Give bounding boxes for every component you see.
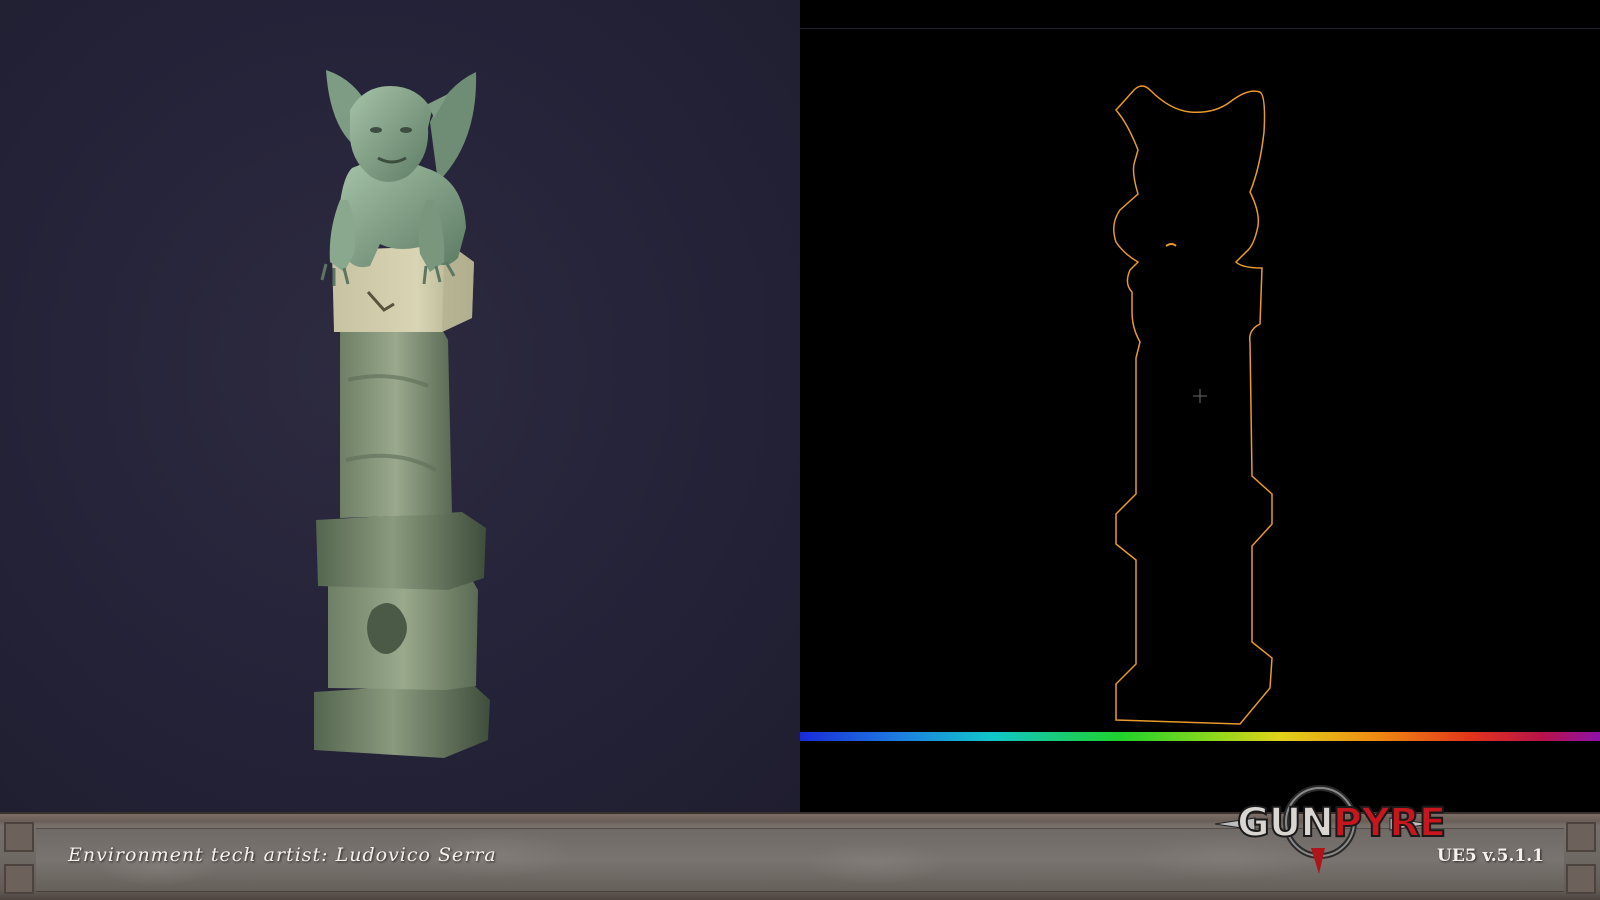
logo-word-pyre: PYRE bbox=[1332, 799, 1447, 847]
corner-ornament bbox=[1566, 822, 1596, 852]
corner-ornament bbox=[4, 864, 34, 894]
gargoyle-statue-render bbox=[314, 70, 490, 758]
corner-ornament bbox=[1566, 864, 1596, 894]
color-spectrum-bar bbox=[800, 732, 1600, 741]
corner-ornament bbox=[4, 822, 34, 852]
outline-viewport bbox=[800, 0, 1600, 812]
version-text: UE5 v.5.1.1 bbox=[1437, 846, 1544, 866]
credit-text: Environment tech artist: Ludovico Serra bbox=[68, 844, 497, 866]
silhouette-outline bbox=[1113, 85, 1273, 725]
gunpyre-logo: GUNPYRE bbox=[1215, 778, 1447, 874]
logo-word-gun: GUN bbox=[1236, 799, 1335, 847]
logo-wordmark: GUNPYRE bbox=[1236, 799, 1447, 847]
render-viewport bbox=[0, 0, 800, 812]
crosshair-icon bbox=[1193, 389, 1207, 403]
